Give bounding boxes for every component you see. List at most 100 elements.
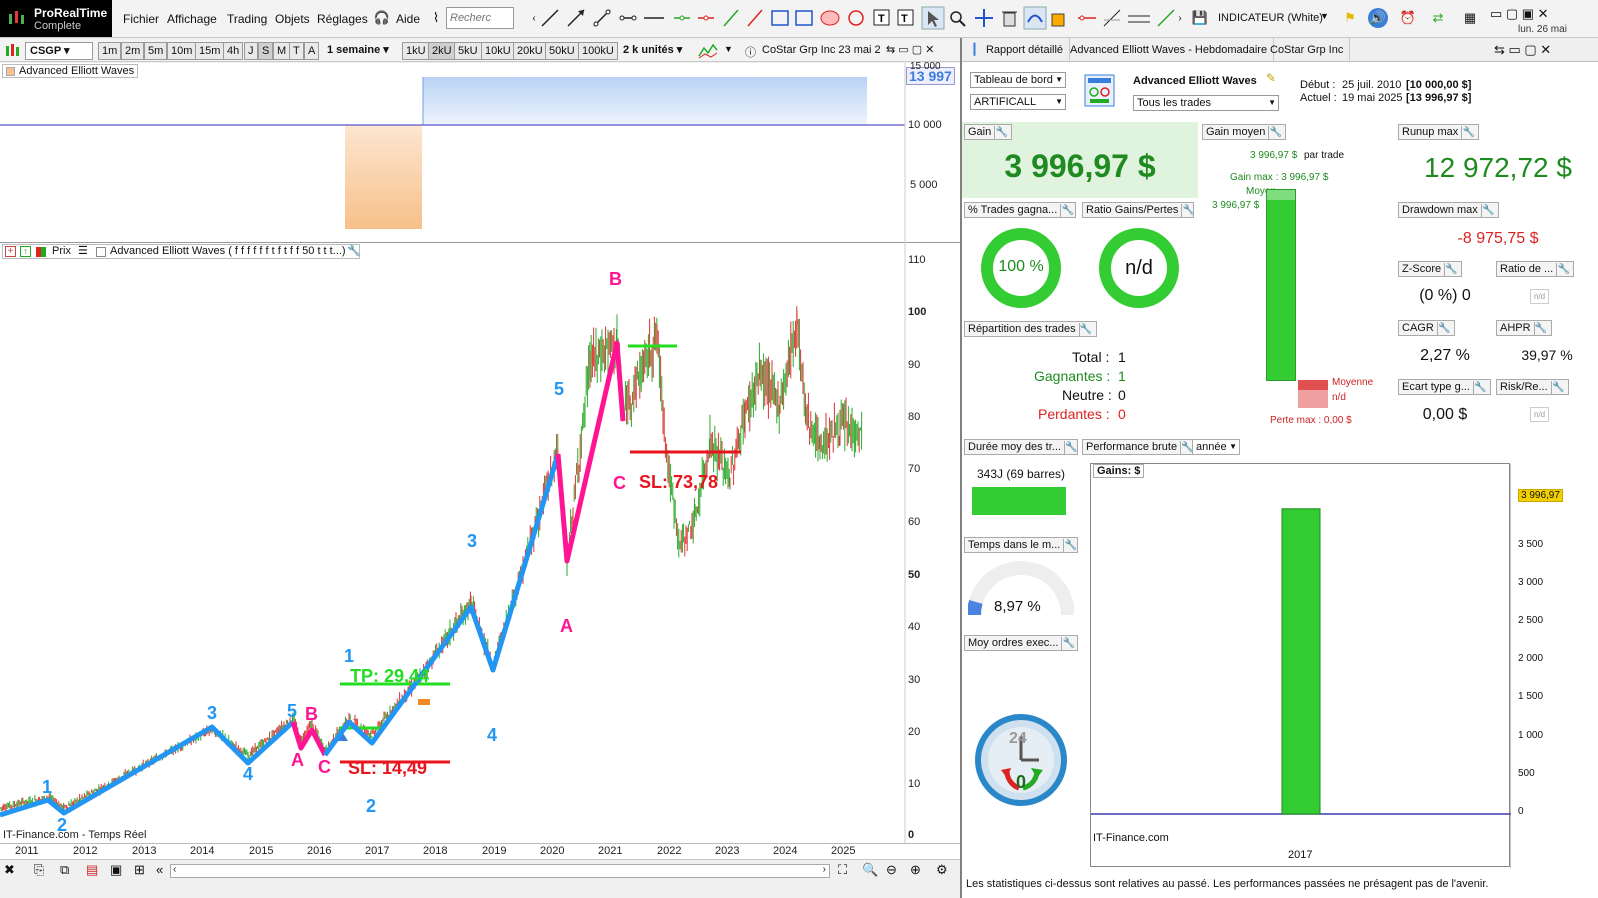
tick-100ku[interactable]: 100kU: [578, 42, 618, 60]
symbol-select[interactable]: CSGP ▾: [25, 42, 93, 60]
headset-icon[interactable]: 🎧: [372, 8, 392, 28]
tf-1m[interactable]: 1m: [98, 42, 122, 60]
cagr-header[interactable]: CAGR 🔧: [1398, 320, 1455, 336]
tick-20ku[interactable]: 20kU: [513, 42, 547, 60]
report-window-controls[interactable]: ⇆ ▭ ▢ ✕: [1494, 42, 1551, 58]
tf-a[interactable]: A: [304, 42, 320, 60]
year-tick-2017: 2017: [365, 845, 390, 857]
perf-brute-header[interactable]: Performance brute 🔧: [1082, 439, 1199, 455]
perf-period-select[interactable]: année ▼: [1192, 439, 1240, 455]
units-select[interactable]: 2 k unités ▾: [619, 42, 691, 60]
scroll-start-icon[interactable]: «: [156, 862, 163, 877]
ahpr-header[interactable]: AHPR 🔧: [1496, 320, 1552, 336]
print-icon[interactable]: ▣: [110, 862, 122, 878]
zscore-header[interactable]: Z-Score 🔧: [1398, 261, 1463, 277]
sound-icon[interactable]: 🔊: [1368, 8, 1388, 28]
year-tick-2012: 2012: [73, 845, 98, 857]
layout-icon[interactable]: ▤: [86, 862, 98, 878]
tick-5ku[interactable]: 5kU: [454, 42, 482, 60]
gain-header[interactable]: Gain 🔧: [964, 124, 1013, 140]
temps-marche-header[interactable]: Temps dans le m... 🔧: [964, 537, 1078, 553]
gains-bar-2017: [1281, 508, 1321, 815]
tf-15m[interactable]: 15m: [195, 42, 225, 60]
tf-2m[interactable]: 2m: [121, 42, 145, 60]
mode-select[interactable]: ARTIFICALL ▼: [970, 94, 1066, 110]
gains-y-tick: 1 000: [1518, 729, 1544, 741]
tab-rapport[interactable]: ▕▏ Rapport détaillé: [962, 38, 1071, 62]
menu-aide[interactable]: Aide: [396, 12, 420, 26]
menu-trading[interactable]: Trading: [227, 12, 267, 26]
tick-10ku[interactable]: 10kU: [481, 42, 515, 60]
zoom-out-icon[interactable]: ⊖: [886, 862, 897, 878]
tick-2ku[interactable]: 2kU: [428, 42, 456, 60]
zoom-fit-icon[interactable]: ⛶: [838, 862, 847, 878]
tick-50ku[interactable]: 50kU: [545, 42, 579, 60]
edit-icon[interactable]: ✎: [1266, 71, 1276, 85]
duree-header[interactable]: Durée moy des tr... 🔧: [964, 439, 1078, 455]
window-controls[interactable]: ▭ ▢ ▣ ✕: [1490, 6, 1549, 22]
pct-trades-header[interactable]: % Trades gagna... 🔧: [964, 202, 1076, 218]
chart-settings-icon[interactable]: ⚙: [936, 862, 948, 878]
start-date: 25 juil. 2010: [1342, 79, 1402, 91]
menu-affichage[interactable]: Affichage: [167, 12, 217, 26]
alerts-icon[interactable]: ⏰: [1398, 8, 1418, 28]
calculator-icon[interactable]: ▦: [1460, 8, 1480, 28]
price-chart[interactable]: + ↑ Prix ☰ Advanced Elliott Waves ( f f …: [0, 243, 960, 843]
chart-window-controls[interactable]: ⇆ ▭ ▢ ✕: [886, 43, 934, 56]
gain-moyen-header[interactable]: Gain moyen 🔧: [1202, 124, 1287, 140]
menu-objets[interactable]: Objets: [275, 12, 310, 26]
crosshair-icon[interactable]: ✖: [4, 862, 15, 878]
ratio-de-header[interactable]: Ratio de ... 🔧: [1496, 261, 1575, 277]
tf-t[interactable]: T: [289, 42, 304, 60]
save-icon[interactable]: 💾: [1190, 8, 1210, 28]
indicator-dropdown-icon[interactable]: ▼: [724, 44, 733, 54]
scroll-right-icon[interactable]: ›: [823, 864, 826, 875]
tab-instrument[interactable]: CoStar Grp Inc: [1264, 38, 1351, 62]
indicator-select[interactable]: INDICATEUR (White): [1218, 12, 1323, 24]
scroll-left-icon[interactable]: ‹: [173, 864, 176, 875]
year-tick-2015: 2015: [249, 845, 274, 857]
tf-m[interactable]: M: [273, 42, 291, 60]
runup-header[interactable]: Runup max 🔧: [1398, 124, 1480, 140]
collapse-right-icon[interactable]: ›: [1170, 8, 1190, 28]
menu-reglages[interactable]: Réglages: [317, 12, 368, 26]
sync-icon[interactable]: ⇄: [1428, 8, 1448, 28]
horizontal-scrollbar[interactable]: ‹ ›: [170, 864, 830, 878]
gains-chart-plot: [1091, 464, 1511, 868]
chart-type-icon[interactable]: [4, 43, 22, 59]
export-icon[interactable]: ⊞: [134, 862, 145, 878]
indicator-icon[interactable]: [697, 42, 719, 60]
flag-icon[interactable]: ⚑: [1340, 8, 1360, 28]
current-date: 19 mai 2025: [1342, 92, 1403, 104]
tick-1ku[interactable]: 1kU: [402, 42, 430, 60]
chevron-down-icon[interactable]: ▼: [1320, 11, 1329, 21]
tf-s[interactable]: S: [258, 42, 274, 60]
ecart-type-header[interactable]: Ecart type g... 🔧: [1398, 379, 1491, 395]
share-icon[interactable]: ⎘: [34, 862, 44, 878]
thermometer-icon[interactable]: ⌇: [426, 8, 446, 28]
drawdown-header[interactable]: Drawdown max 🔧: [1398, 202, 1499, 218]
moy-ordres-header[interactable]: Moy ordres exec... 🔧: [964, 635, 1078, 651]
period-select[interactable]: 1 semaine ▾: [323, 42, 397, 60]
wave-label-2b: 2: [366, 796, 377, 816]
gains-chart: Gains: $ IT-Finance.com: [1090, 463, 1511, 868]
tf-5m[interactable]: 5m: [144, 42, 168, 60]
tf-10m[interactable]: 10m: [167, 42, 197, 60]
menu-fichier[interactable]: Fichier: [123, 12, 159, 26]
repartition-header[interactable]: Répartition des trades 🔧: [964, 321, 1097, 337]
tab-strategy[interactable]: Advanced Elliott Waves - Hebdomadaire: [1064, 38, 1275, 62]
risk-reward-header[interactable]: Risk/Re... 🔧: [1496, 379, 1569, 395]
tf-4h[interactable]: 4h: [223, 42, 244, 60]
trades-filter-value: Tous les trades: [1137, 97, 1211, 109]
perdantes-label: Perdantes :: [1038, 406, 1110, 422]
trades-filter-select[interactable]: Tous les trades ▼: [1133, 95, 1279, 111]
wrench-icon: 🔧: [1550, 381, 1565, 394]
info-icon[interactable]: ⓘ: [745, 44, 756, 60]
tf-j[interactable]: J: [244, 42, 258, 60]
ratio-gains-header[interactable]: Ratio Gains/Pertes 🔧: [1082, 202, 1194, 218]
dashboard-select[interactable]: Tableau de bord ▼: [970, 72, 1066, 88]
zoom-in-icon[interactable]: ⊕: [910, 862, 921, 878]
screenshot-icon[interactable]: ⧉: [60, 862, 69, 878]
search-input[interactable]: [446, 7, 514, 29]
zoom-range-icon[interactable]: 🔍: [862, 862, 878, 878]
